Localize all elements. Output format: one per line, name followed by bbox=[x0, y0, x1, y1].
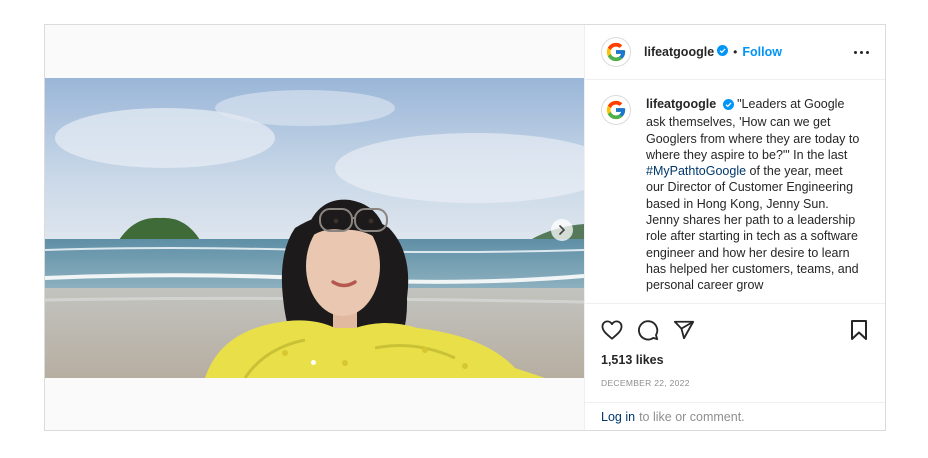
caption-username[interactable]: lifeatgoogle bbox=[646, 97, 716, 111]
avatar[interactable] bbox=[601, 37, 631, 67]
likes-count[interactable]: 1,513 likes bbox=[601, 353, 869, 367]
post-sidebar: lifeatgoogle • Follow lifeatgoogle "Lead… bbox=[584, 25, 885, 430]
caption-body-end: of the year, meet our Director of Custom… bbox=[646, 164, 859, 293]
heart-icon[interactable] bbox=[601, 319, 623, 340]
separator-dot: • bbox=[733, 45, 738, 59]
caption-section: lifeatgoogle "Leaders at Google ask them… bbox=[585, 80, 885, 303]
verified-badge-icon bbox=[717, 43, 729, 61]
account-username[interactable]: lifeatgoogle bbox=[644, 45, 714, 59]
post-photo[interactable] bbox=[45, 78, 584, 378]
bookmark-icon[interactable] bbox=[849, 319, 869, 341]
share-icon[interactable] bbox=[673, 319, 695, 341]
google-logo-icon bbox=[606, 42, 626, 62]
hashtag-link[interactable]: #MyPathtoGoogle bbox=[646, 164, 746, 178]
comment-icon[interactable] bbox=[637, 319, 659, 341]
carousel-indicator-dot bbox=[311, 360, 316, 365]
next-photo-button[interactable] bbox=[551, 219, 573, 241]
verified-badge-icon bbox=[722, 98, 734, 114]
caption-text: lifeatgoogle "Leaders at Google ask them… bbox=[646, 96, 861, 303]
post-date: DECEMBER 22, 2022 bbox=[601, 378, 690, 388]
chevron-right-icon bbox=[559, 225, 566, 235]
google-logo-icon bbox=[606, 100, 626, 120]
more-options-icon[interactable] bbox=[854, 47, 869, 58]
login-link[interactable]: Log in bbox=[601, 410, 635, 424]
caption-avatar[interactable] bbox=[601, 95, 631, 125]
media-panel bbox=[45, 25, 584, 430]
instagram-post-embed: lifeatgoogle • Follow lifeatgoogle "Lead… bbox=[44, 24, 886, 431]
comment-prompt: Log in to like or comment. bbox=[585, 402, 885, 430]
actions-section: 1,513 likes DECEMBER 22, 2022 bbox=[585, 303, 885, 402]
action-bar bbox=[601, 304, 869, 349]
post-header: lifeatgoogle • Follow bbox=[585, 25, 885, 80]
follow-button[interactable]: Follow bbox=[742, 45, 782, 59]
comment-prompt-text: to like or comment. bbox=[639, 409, 745, 424]
